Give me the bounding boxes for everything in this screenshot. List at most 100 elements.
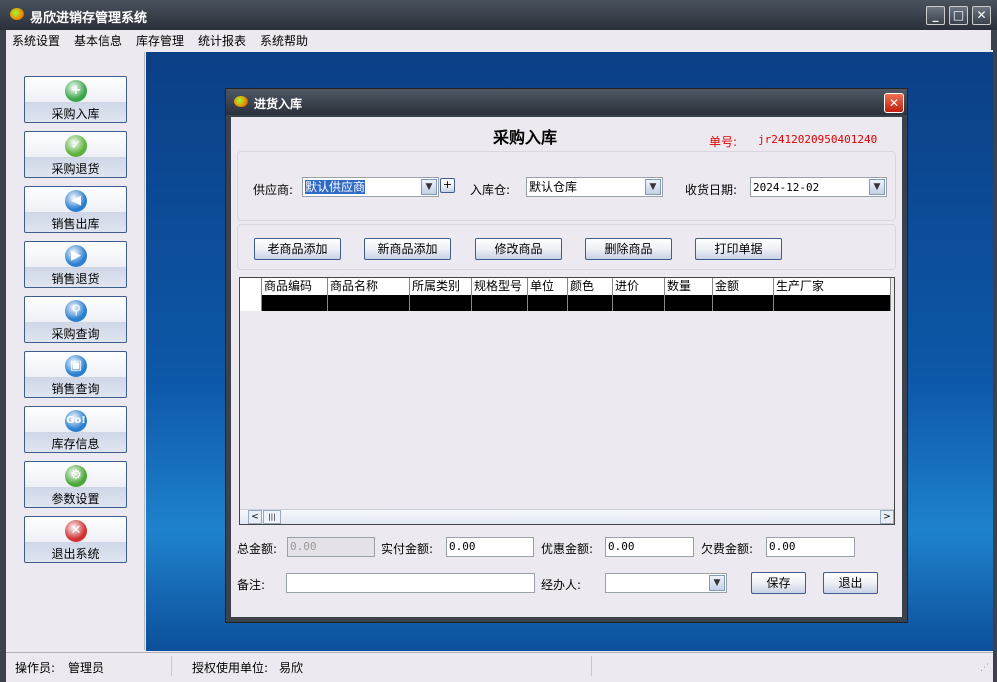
add-supplier-button[interactable]: + <box>440 178 455 193</box>
grid-cell[interactable] <box>262 295 328 311</box>
grid-cell[interactable] <box>410 295 472 311</box>
close-window-button[interactable]: ✕ <box>972 6 991 25</box>
sidebar-button-3[interactable]: ▶ 销售退货 <box>24 241 127 288</box>
owed-label: 欠费金额: <box>701 542 754 556</box>
column-header[interactable]: 金额 <box>713 278 774 295</box>
chevron-down-icon[interactable]: ▼ <box>645 179 661 195</box>
grid-cell[interactable] <box>528 295 568 311</box>
add-old-item-button[interactable]: 老商品添加 <box>254 238 341 260</box>
delete-item-button[interactable]: 删除商品 <box>585 238 672 260</box>
remark-label: 备注: <box>237 578 266 592</box>
warehouse-label: 入库仓: <box>470 183 511 197</box>
grid-cell[interactable] <box>665 295 713 311</box>
dialog-title-bar[interactable]: 进货入库 ✕ <box>226 89 907 115</box>
exit-button[interactable]: 退出 <box>823 572 878 594</box>
sidebar-button-0[interactable]: + 采购入库 <box>24 76 127 123</box>
chevron-down-icon[interactable]: ▼ <box>421 179 437 195</box>
check-icon: ✓ <box>65 135 87 157</box>
sidebar-button-label: 库存信息 <box>51 437 100 451</box>
dialog-title: 进货入库 <box>254 97 303 111</box>
remark-input[interactable] <box>286 573 535 593</box>
scroll-thumb[interactable]: ||| <box>263 510 281 524</box>
grid-columns: 商品编码 商品名称 所属类别 规格型号 单位 颜色 进价 数量 金额 生产厂家 <box>240 278 894 312</box>
sidebar: + 采购入库 ✓ 采购退货 ◀ 销售出库 ▶ 销售退货 ⚲ 采购查询 ▣ 销售查询 Go! 库存信息 ⚙ 参数… <box>6 52 145 650</box>
supplier-label: 供应商: <box>253 183 294 197</box>
menu-help[interactable]: 系统帮助 <box>260 32 308 49</box>
sidebar-button-2[interactable]: ◀ 销售出库 <box>24 186 127 233</box>
date-value: 2024-12-02 <box>753 181 820 194</box>
column-header[interactable]: 单位 <box>528 278 568 295</box>
column-header[interactable]: 颜色 <box>568 278 613 295</box>
grid-cell[interactable] <box>472 295 528 311</box>
items-grid[interactable]: 商品编码 商品名称 所属类别 规格型号 单位 颜色 进价 数量 金额 生产厂家 < ||| > <box>239 277 895 525</box>
sidebar-button-5[interactable]: ▣ 销售查询 <box>24 351 127 398</box>
grid-cell[interactable] <box>613 295 665 311</box>
dialog-body: 采购入库 单号: jr2412020950401240 供应商: 默认供应商 ▼… <box>231 117 902 617</box>
order-number: jr2412020950401240 <box>758 133 878 146</box>
add-new-item-button[interactable]: 新商品添加 <box>364 238 451 260</box>
dialog-close-button[interactable]: ✕ <box>884 93 904 113</box>
app-logo-icon <box>10 8 24 20</box>
gear-icon: ⚙ <box>65 465 87 487</box>
scroll-left-button[interactable]: < <box>248 510 262 524</box>
print-button[interactable]: 打印单据 <box>695 238 782 260</box>
order-number-label: 单号: <box>709 135 738 149</box>
status-divider <box>171 656 172 676</box>
maximize-button[interactable]: □ <box>949 6 968 25</box>
handler-label: 经办人: <box>541 578 582 592</box>
minimize-button[interactable]: _ <box>926 6 945 25</box>
unit-label: 授权使用单位: <box>192 661 269 675</box>
resize-grip-icon[interactable]: ⋰ <box>980 663 989 673</box>
column-header[interactable]: 规格型号 <box>472 278 528 295</box>
menu-system-settings[interactable]: 系统设置 <box>12 32 60 49</box>
window-frame-right <box>993 30 997 682</box>
plus-icon: + <box>65 80 87 102</box>
sidebar-button-label: 退出系统 <box>51 547 100 561</box>
menu-reports[interactable]: 统计报表 <box>198 32 246 49</box>
horizontal-scrollbar[interactable]: < ||| > <box>240 509 894 524</box>
unit-value: 易欣 <box>279 661 304 675</box>
column-header[interactable]: 数量 <box>665 278 713 295</box>
title-bar: 易欣进销存管理系统 _ □ ✕ <box>0 0 997 30</box>
paid-label: 实付金额: <box>381 542 434 556</box>
operator-label: 操作员: <box>15 661 56 675</box>
paid-input[interactable]: 0.00 <box>446 537 534 557</box>
chevron-down-icon[interactable]: ▼ <box>869 179 885 195</box>
sidebar-button-7[interactable]: ⚙ 参数设置 <box>24 461 127 508</box>
grid-cell[interactable] <box>713 295 774 311</box>
menu-basic-info[interactable]: 基本信息 <box>74 32 122 49</box>
arrow-right-icon: ▶ <box>65 245 87 267</box>
status-divider <box>591 656 592 676</box>
menu-inventory[interactable]: 库存管理 <box>136 32 184 49</box>
grid-cell[interactable] <box>568 295 613 311</box>
save-button[interactable]: 保存 <box>751 572 806 594</box>
sidebar-button-8[interactable]: ✕ 退出系统 <box>24 516 127 563</box>
purchase-dialog: 进货入库 ✕ 采购入库 单号: jr2412020950401240 供应商: … <box>225 88 908 623</box>
arrow-left-icon: ◀ <box>65 190 87 212</box>
column-header[interactable]: 生产厂家 <box>774 278 891 295</box>
edit-item-button[interactable]: 修改商品 <box>475 238 562 260</box>
sidebar-button-6[interactable]: Go! 库存信息 <box>24 406 127 453</box>
column-header[interactable]: 商品编码 <box>262 278 328 295</box>
total-label: 总金额: <box>237 542 278 556</box>
grid-cell[interactable] <box>774 295 891 311</box>
close-icon: ✕ <box>65 520 87 542</box>
total-field: 0.00 <box>287 537 375 557</box>
go-icon: Go! <box>65 410 87 432</box>
discount-input[interactable]: 0.00 <box>605 537 694 557</box>
sidebar-button-1[interactable]: ✓ 采购退货 <box>24 131 127 178</box>
column-header[interactable]: 进价 <box>613 278 665 295</box>
chevron-down-icon[interactable]: ▼ <box>709 575 725 591</box>
column-header[interactable]: 商品名称 <box>328 278 410 295</box>
column-header[interactable]: 所属类别 <box>410 278 472 295</box>
grid-cell[interactable] <box>328 295 410 311</box>
owed-input[interactable]: 0.00 <box>766 537 855 557</box>
date-picker[interactable]: 2024-12-02 ▼ <box>750 177 887 197</box>
scroll-right-button[interactable]: > <box>880 510 894 524</box>
sidebar-button-4[interactable]: ⚲ 采购查询 <box>24 296 127 343</box>
date-label: 收货日期: <box>685 183 738 197</box>
supplier-select[interactable]: 默认供应商 ▼ <box>302 177 439 197</box>
handler-select[interactable]: ▼ <box>605 573 727 593</box>
sidebar-button-label: 销售查询 <box>51 382 100 396</box>
warehouse-select[interactable]: 默认仓库 ▼ <box>526 177 663 197</box>
